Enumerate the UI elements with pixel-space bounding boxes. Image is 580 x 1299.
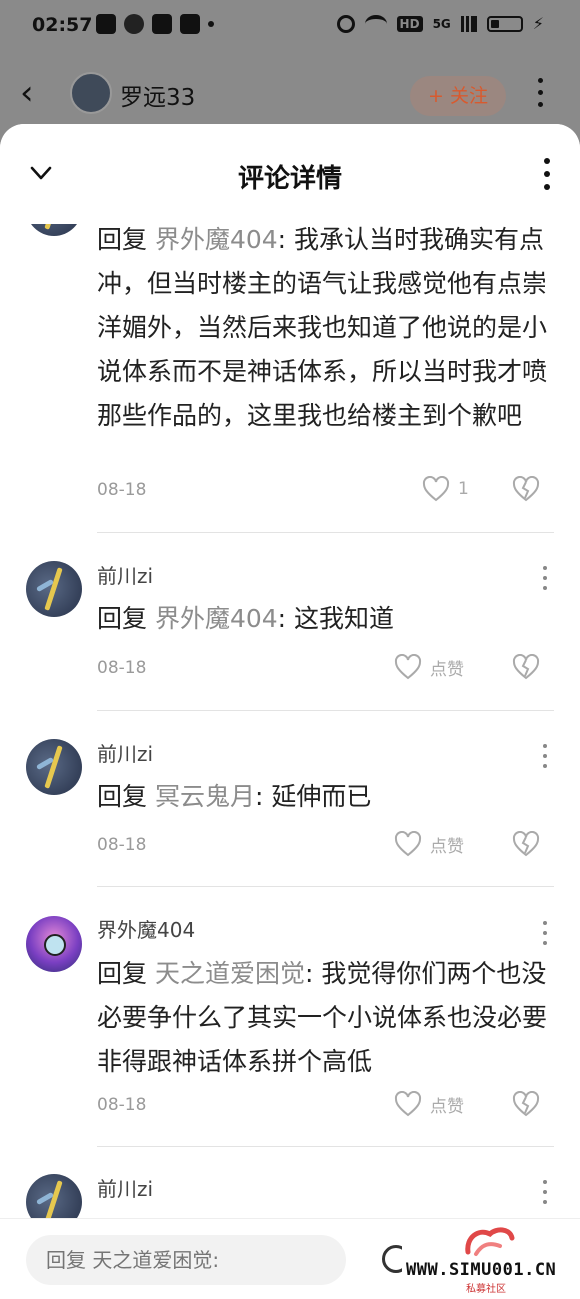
divider bbox=[97, 532, 554, 533]
heart-icon bbox=[422, 476, 450, 502]
wifi-icon bbox=[364, 14, 387, 33]
author-name[interactable]: 罗远33 bbox=[120, 78, 195, 112]
notification-icons bbox=[96, 14, 214, 34]
comment-more-icon[interactable] bbox=[541, 744, 547, 774]
comment-text: 回复 冥云鬼月: 延伸而已 bbox=[97, 775, 562, 819]
comment-detail-sheet: 评论详情 回复 界外魔404: 我承认当时我确实有点冲，但当时楼主的语气让我感觉… bbox=[0, 124, 580, 1299]
reply-target[interactable]: 界外魔404 bbox=[155, 225, 278, 254]
battery-icon bbox=[486, 15, 523, 32]
comment-text: 回复 界外魔404: 这我知道 bbox=[97, 597, 562, 641]
watermark: WWW.SIMU001.CN 私募社区 bbox=[402, 1222, 578, 1296]
follow-button[interactable]: + 关注 bbox=[410, 76, 506, 116]
heart-icon bbox=[394, 831, 422, 857]
network-label: 5G bbox=[432, 16, 451, 31]
watermark-logo-icon bbox=[465, 1227, 515, 1256]
charging-icon: ⚡ bbox=[532, 14, 544, 33]
like-button[interactable]: 1 bbox=[422, 476, 469, 502]
signal-icon bbox=[460, 15, 477, 32]
reply-target[interactable]: 界外魔404 bbox=[155, 604, 278, 633]
dislike-icon[interactable] bbox=[512, 476, 540, 502]
comment-body: : 延伸而已 bbox=[254, 782, 372, 811]
comment-more-icon[interactable] bbox=[541, 1180, 547, 1210]
comment-date: 08-18 bbox=[97, 480, 147, 500]
like-count: 1 bbox=[458, 479, 469, 499]
baidu-icon bbox=[152, 14, 172, 34]
reply-target[interactable]: 天之道爱困觉 bbox=[155, 959, 305, 988]
sheet-more-icon[interactable] bbox=[542, 158, 550, 197]
reply-target[interactable]: 冥云鬼月 bbox=[155, 782, 255, 811]
comment-username[interactable]: 前川zi bbox=[97, 738, 153, 767]
alarm-icon bbox=[336, 14, 355, 33]
divider bbox=[97, 710, 554, 711]
avatar[interactable] bbox=[26, 739, 82, 795]
avatar[interactable] bbox=[26, 561, 82, 617]
reply-prefix: 回复 bbox=[97, 782, 155, 811]
comment-username[interactable]: 前川zi bbox=[97, 1173, 153, 1202]
sheet-header: 评论详情 bbox=[0, 124, 580, 224]
heart-icon bbox=[394, 1091, 422, 1117]
divider bbox=[97, 886, 554, 887]
heart-icon bbox=[394, 654, 422, 680]
reply-prefix: 回复 bbox=[97, 959, 155, 988]
author-avatar[interactable] bbox=[70, 72, 112, 114]
sheet-title: 评论详情 bbox=[237, 164, 342, 194]
more-notifications-icon bbox=[208, 21, 214, 27]
status-bar: 02:57 HD 5G ⚡ bbox=[0, 0, 580, 52]
reply-input[interactable] bbox=[26, 1235, 346, 1285]
divider bbox=[97, 1146, 554, 1147]
status-right: HD 5G ⚡ bbox=[336, 14, 544, 33]
dislike-icon[interactable] bbox=[512, 1091, 540, 1117]
qq-icon bbox=[124, 14, 144, 34]
like-button[interactable]: 点赞 bbox=[394, 654, 464, 680]
like-label: 点赞 bbox=[430, 659, 464, 680]
comment-username[interactable]: 界外魔404 bbox=[97, 914, 195, 943]
avatar[interactable] bbox=[26, 1174, 82, 1218]
comment-text: 回复 界外魔404: 我承认当时我确实有点冲，但当时楼主的语气让我感觉他有点崇洋… bbox=[97, 224, 562, 438]
comment-date: 08-18 bbox=[97, 658, 147, 678]
dislike-icon[interactable] bbox=[512, 831, 540, 857]
message-icon bbox=[96, 14, 116, 34]
comment-more-icon[interactable] bbox=[541, 566, 547, 596]
avatar[interactable] bbox=[26, 916, 82, 972]
more-options-icon[interactable] bbox=[536, 78, 546, 114]
reply-prefix: 回复 bbox=[97, 604, 155, 633]
comment-date: 08-18 bbox=[97, 835, 147, 855]
like-button[interactable]: 点赞 bbox=[394, 1091, 464, 1117]
watermark-subtext: 私募社区 bbox=[466, 1284, 506, 1295]
comment-date: 08-18 bbox=[97, 1095, 147, 1115]
like-button[interactable]: 点赞 bbox=[394, 831, 464, 857]
comment-text: 回复 天之道爱困觉: 我觉得你们两个也没必要争什么了其实一个小说体系也没必要非得… bbox=[97, 952, 562, 1084]
reply-prefix: 回复 bbox=[97, 225, 155, 254]
like-label: 点赞 bbox=[430, 1096, 464, 1117]
comment-username[interactable]: 前川zi bbox=[97, 560, 153, 589]
back-icon[interactable]: ‹ bbox=[20, 76, 34, 110]
comment-more-icon[interactable] bbox=[541, 921, 547, 951]
watermark-text: WWW.SIMU001.CN bbox=[406, 1260, 557, 1280]
status-time: 02:57 bbox=[32, 14, 93, 36]
avatar[interactable] bbox=[26, 224, 82, 236]
comment-body: : 这我知道 bbox=[277, 604, 395, 633]
browser-icon bbox=[180, 14, 200, 34]
hd-icon: HD bbox=[396, 15, 423, 32]
dislike-icon[interactable] bbox=[512, 654, 540, 680]
like-label: 点赞 bbox=[430, 836, 464, 857]
comment-list[interactable]: 回复 界外魔404: 我承认当时我确实有点冲，但当时楼主的语气让我感觉他有点崇洋… bbox=[0, 224, 580, 1218]
comment-body: : 我承认当时我确实有点冲，但当时楼主的语气让我感觉他有点崇洋媚外，当然后来我也… bbox=[97, 225, 548, 430]
